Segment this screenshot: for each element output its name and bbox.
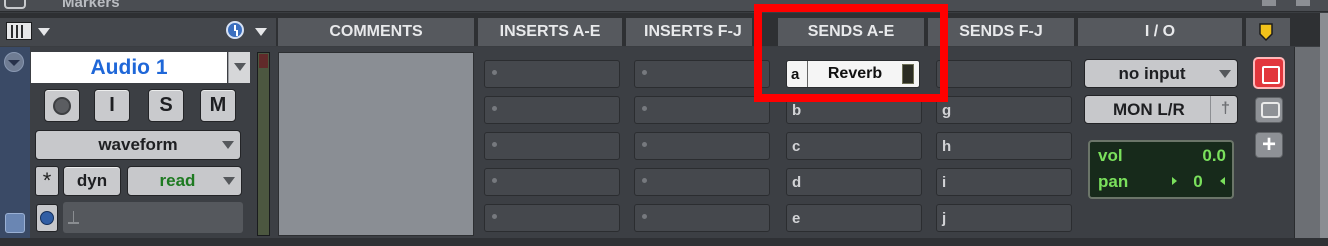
automation-star-button[interactable]: * [35, 166, 59, 196]
column-header-io[interactable]: I / O [1078, 18, 1242, 46]
send-letter: j [942, 210, 947, 227]
pan-label: pan [1098, 172, 1129, 191]
automation-mode-label: read [159, 171, 196, 190]
send-slot-i[interactable]: i [936, 168, 1072, 196]
window-icon [4, 0, 26, 9]
window-titlebar [0, 0, 1328, 12]
record-enable-button[interactable] [44, 89, 80, 122]
send-letter: i [942, 174, 947, 191]
chevron-down-icon [1219, 70, 1231, 78]
chevron-down-icon[interactable] [38, 28, 50, 36]
send-letter: b [792, 102, 802, 119]
bottom-divider [0, 238, 1328, 246]
chevron-down-icon [8, 60, 20, 66]
dyn-button[interactable]: dyn [63, 166, 121, 196]
send-slot-g[interactable]: g [936, 96, 1072, 124]
pan-left-icon[interactable] [1172, 177, 1177, 185]
highlight-box [754, 4, 948, 102]
level-meter [257, 52, 270, 236]
chevron-down-icon [222, 141, 234, 149]
send-slot-d[interactable]: d [786, 168, 922, 196]
mute-button[interactable]: M [200, 89, 236, 122]
window-control-icon[interactable] [1262, 0, 1276, 6]
send-slot-c[interactable]: c [786, 132, 922, 160]
scrollbar-track[interactable] [1320, 13, 1328, 246]
insert-slot[interactable] [634, 96, 770, 124]
insert-slot[interactable] [634, 132, 770, 160]
track-options-button[interactable] [4, 52, 24, 72]
chevron-down-icon [223, 177, 235, 185]
pan-right-icon[interactable] [1220, 177, 1225, 185]
send-slot-h[interactable]: h [936, 132, 1072, 160]
automation-mode-select[interactable]: read [127, 166, 242, 196]
column-header-inserts-f-j[interactable]: INSERTS F-J [626, 18, 752, 46]
send-letter: d [792, 174, 802, 191]
pan-value[interactable]: 0 [1190, 172, 1206, 192]
send-slot-f[interactable]: f [936, 60, 1072, 88]
insert-slot[interactable] [484, 60, 620, 88]
send-letter: c [792, 138, 801, 155]
input-select[interactable]: no input [1084, 59, 1238, 88]
pin-icon: † [1221, 100, 1230, 117]
timebase-button[interactable] [36, 204, 58, 232]
record-button[interactable] [1253, 57, 1285, 89]
send-slot-j[interactable]: j [936, 204, 1072, 232]
track-type-icon [5, 213, 25, 233]
send-letter: g [942, 102, 952, 119]
track-view-label: waveform [98, 135, 178, 154]
marker-icon [1259, 23, 1273, 42]
track-view-toggle-icon[interactable] [6, 22, 32, 40]
track-view-select[interactable]: waveform [35, 130, 241, 160]
insert-slot[interactable] [484, 168, 620, 196]
comments-field[interactable] [278, 52, 474, 236]
input-label: no input [1118, 63, 1186, 83]
track-name-menu-button[interactable] [228, 52, 250, 83]
output-select[interactable]: MON L/R † [1084, 95, 1238, 124]
send-slot-e[interactable]: e [786, 204, 922, 232]
send-letter: e [792, 210, 801, 227]
column-header-sends-f-j[interactable]: SENDS F-J [928, 18, 1074, 46]
insert-slot[interactable] [484, 204, 620, 232]
insert-slot[interactable] [634, 204, 770, 232]
chevron-down-icon [234, 63, 246, 71]
column-header-inserts-a-e[interactable]: INSERTS A-E [478, 18, 622, 46]
record-icon [53, 96, 71, 115]
column-header-comments[interactable]: COMMENTS [278, 18, 474, 46]
vol-value[interactable]: 0.0 [1186, 146, 1226, 166]
track-name-field[interactable]: Audio 1 [31, 52, 227, 83]
add-button[interactable]: + [1255, 132, 1283, 158]
window-control-icon[interactable] [1296, 0, 1310, 6]
timebase-clock-icon[interactable] [226, 21, 244, 39]
insert-slot[interactable] [484, 96, 620, 124]
chevron-down-icon[interactable] [255, 28, 267, 36]
output-label: MON L/R [1113, 99, 1185, 119]
insert-slot[interactable] [634, 60, 770, 88]
input-monitor-button[interactable]: I [94, 89, 130, 122]
send-letter: h [942, 138, 952, 155]
timebase-tick-icon [68, 211, 79, 224]
window-title: Markers [62, 0, 120, 11]
vol-label: vol [1098, 146, 1123, 165]
solo-button[interactable]: S [148, 89, 184, 122]
insert-slot[interactable] [484, 132, 620, 160]
insert-slot[interactable] [634, 168, 770, 196]
vertical-scrollbar[interactable] [1294, 47, 1320, 246]
timebase-field[interactable] [63, 202, 243, 233]
comment-icon[interactable] [1255, 97, 1283, 123]
